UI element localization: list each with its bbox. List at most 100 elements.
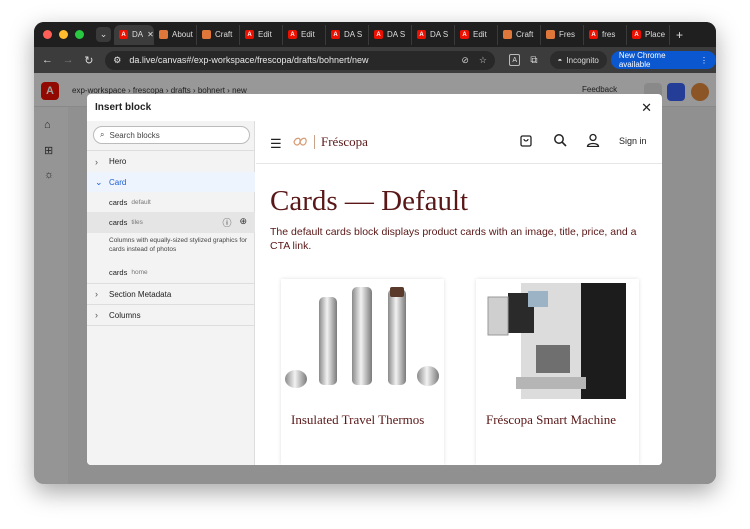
incognito-label: Incognito xyxy=(566,55,599,65)
product-card[interactable]: Insulated Travel Thermos xyxy=(281,279,444,465)
puzzle-extensions-icon[interactable]: ⧉ xyxy=(530,55,537,66)
adobe-icon: A xyxy=(632,30,641,39)
block-variant-cards-default[interactable]: cards default xyxy=(87,192,255,212)
minimize-window-button[interactable] xyxy=(59,30,68,39)
search-icon: ⌕ xyxy=(100,130,105,139)
tab[interactable]: Craft xyxy=(197,24,240,45)
block-actions: ⓘ ⊕ xyxy=(222,216,247,229)
adobe-icon: A xyxy=(288,30,297,39)
tab-search-button[interactable]: ⌄ xyxy=(96,27,111,42)
tab[interactable]: A Edit xyxy=(283,24,326,45)
chevron-right-icon: › xyxy=(95,289,98,299)
browser-window: ⌄ A DA ✕ About Craft A Edit A Edit A DA S A DA… xyxy=(34,22,716,484)
sign-in-link[interactable]: Sign in xyxy=(619,136,647,146)
adobe-icon: A xyxy=(119,30,128,39)
tab-label: About xyxy=(172,30,193,39)
add-block-icon[interactable]: ⊕ xyxy=(239,216,247,229)
chevron-down-icon: ⌄ xyxy=(95,176,103,187)
chevron-right-icon: › xyxy=(95,156,98,167)
tab[interactable]: A DA S xyxy=(326,24,369,45)
divider xyxy=(87,325,255,326)
block-library: ⌕ Search blocks › Hero ⌄ Card cards default… xyxy=(87,121,255,465)
product-image-thermos xyxy=(281,279,444,401)
tab[interactable]: Craft xyxy=(498,24,541,45)
frescopa-icon xyxy=(546,30,555,39)
product-title[interactable]: Insulated Travel Thermos xyxy=(291,411,431,429)
block-variant: tiles xyxy=(131,219,143,226)
page-title: Cards — Default xyxy=(270,185,469,217)
tab[interactable]: A Edit xyxy=(455,24,498,45)
brand-logo[interactable]: Fréscopa xyxy=(292,134,368,150)
tab-label: DA S xyxy=(430,30,449,39)
new-tab-button[interactable]: + xyxy=(670,28,683,42)
eye-off-icon[interactable]: ⊘ xyxy=(461,55,469,66)
address-bar-actions: ⊘ ☆ xyxy=(461,55,487,66)
page-content: A exp-workspace › frescopa › drafts › bo… xyxy=(34,73,716,484)
tab[interactable]: Afres xyxy=(584,24,627,45)
product-card[interactable]: Fréscopa Smart Machine xyxy=(476,279,639,465)
tab[interactable]: A DA ✕ xyxy=(114,24,154,45)
adobe-icon: A xyxy=(374,30,383,39)
tab-label: fres xyxy=(602,30,616,39)
adobe-icon: A xyxy=(460,30,469,39)
search-input[interactable]: ⌕ Search blocks xyxy=(93,126,250,144)
forward-arrow-icon[interactable]: → xyxy=(58,54,79,66)
incognito-badge[interactable]: ◓ Incognito xyxy=(549,51,607,69)
tab[interactable]: A Edit xyxy=(240,24,283,45)
block-group-columns[interactable]: › Columns xyxy=(87,305,255,325)
tab-label: Edit xyxy=(258,30,272,39)
reload-icon[interactable]: ↻ xyxy=(79,54,100,67)
address-bar[interactable]: ⚙ da.live/canvas#/exp-workspace/frescopa… xyxy=(105,50,495,70)
block-description: Columns with equally-sized stylized grap… xyxy=(109,237,248,254)
block-group-hero[interactable]: › Hero xyxy=(87,151,255,172)
adobe-extension-icon[interactable]: A xyxy=(508,54,521,66)
block-variant-cards-home[interactable]: cards home xyxy=(87,262,255,282)
adobe-icon: A xyxy=(589,30,598,39)
close-icon[interactable]: ✕ xyxy=(641,100,652,116)
close-window-button[interactable] xyxy=(43,30,52,39)
tab[interactable]: A Place xyxy=(627,24,670,45)
tab-label: Place xyxy=(645,30,666,39)
tab-label: Fres xyxy=(559,30,575,39)
tab[interactable]: A DA S xyxy=(369,24,412,45)
block-variant-cards-tiles[interactable]: cards tiles ⓘ ⊕ xyxy=(87,212,255,233)
tab-bar: ⌄ A DA ✕ About Craft A Edit A Edit A DA S A DA… xyxy=(34,22,716,47)
star-icon[interactable]: ☆ xyxy=(479,55,487,66)
site-settings-icon[interactable]: ⚙ xyxy=(113,55,121,66)
tab[interactable]: A DA S xyxy=(412,24,455,45)
new-chrome-available-button[interactable]: New Chrome available ⋮ xyxy=(610,51,716,69)
url-text: da.live/canvas#/exp-workspace/frescopa/d… xyxy=(129,55,369,65)
new-chrome-label: New Chrome available xyxy=(618,51,666,69)
user-icon[interactable] xyxy=(586,133,600,150)
search-icon[interactable] xyxy=(553,133,567,150)
site-header: ☰ Fréscopa Sign in xyxy=(256,121,662,164)
info-icon[interactable]: ⓘ xyxy=(222,216,231,229)
shopping-bag-icon[interactable] xyxy=(519,133,533,150)
block-name: cards xyxy=(109,218,128,227)
chevron-right-icon: › xyxy=(95,310,98,320)
frescopa-icon xyxy=(159,30,168,39)
product-title[interactable]: Fréscopa Smart Machine xyxy=(486,411,626,429)
leaf-logo-icon xyxy=(293,137,307,146)
tab-label: Craft xyxy=(215,30,233,39)
product-image-smart-machine xyxy=(476,279,639,401)
back-arrow-icon[interactable]: ← xyxy=(37,54,58,66)
frescopa-icon xyxy=(202,30,211,39)
zoom-window-button[interactable] xyxy=(75,30,84,39)
tab-label: DA S xyxy=(387,30,406,39)
block-group-label: Card xyxy=(109,177,127,187)
close-tab-icon[interactable]: ✕ xyxy=(147,30,153,39)
adobe-icon: A xyxy=(245,30,254,39)
tab[interactable]: Fres xyxy=(541,24,584,45)
more-vert-icon[interactable]: ⋮ xyxy=(700,56,708,65)
hamburger-menu-icon[interactable]: ☰ xyxy=(270,136,282,152)
block-preview: ☰ Fréscopa Sign in Cards — Default The d… xyxy=(256,121,662,465)
frescopa-icon xyxy=(503,30,512,39)
block-group-card[interactable]: ⌄ Card xyxy=(87,172,255,192)
tab[interactable]: About xyxy=(154,24,197,45)
block-group-section-metadata[interactable]: › Section Metadata xyxy=(87,284,255,304)
block-group-label: Section Metadata xyxy=(109,289,172,299)
search-placeholder: Search blocks xyxy=(109,130,160,140)
dialog-title: Insert block xyxy=(95,102,152,113)
block-group-label: Hero xyxy=(109,157,127,166)
